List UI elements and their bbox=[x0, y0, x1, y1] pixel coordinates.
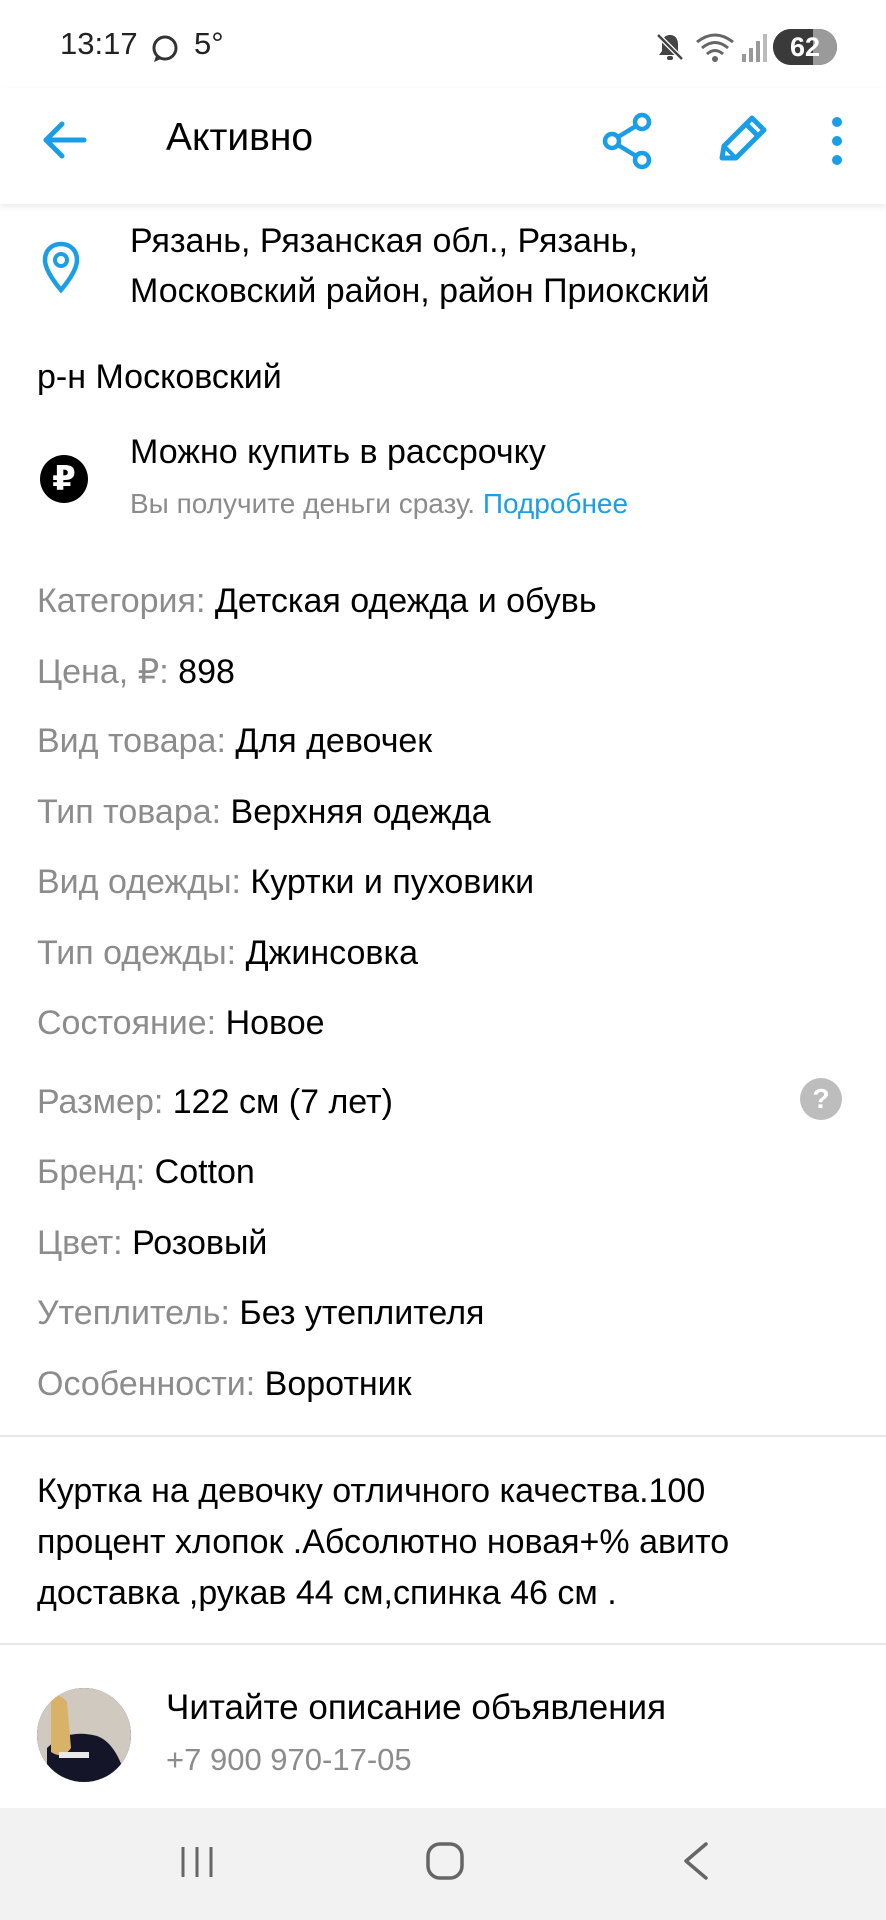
description-line: Куртка на девочку отличного качества.100 bbox=[37, 1472, 706, 1510]
back-icon[interactable] bbox=[680, 1840, 712, 1882]
back-arrow-icon[interactable] bbox=[36, 110, 96, 170]
param-brand: Бренд: Cotton bbox=[37, 1153, 255, 1192]
param-value: Верхняя одежда bbox=[230, 793, 491, 831]
mute-icon bbox=[656, 33, 684, 61]
edit-pencil-icon[interactable] bbox=[708, 108, 774, 174]
param-value: Cotton bbox=[154, 1153, 255, 1191]
param-value: Новое bbox=[225, 1004, 325, 1042]
param-key: Состояние: bbox=[37, 1004, 217, 1042]
description-line: доставка ,рукав 44 см,спинка 46 см . bbox=[37, 1574, 617, 1612]
param-value: Воротник bbox=[264, 1365, 412, 1403]
param-key: Бренд: bbox=[37, 1153, 146, 1191]
param-value: Без утеплителя bbox=[239, 1294, 485, 1332]
ruble-icon: ₽ bbox=[40, 455, 88, 503]
district: р-н Московский bbox=[37, 358, 282, 396]
param-value: 122 см (7 лет) bbox=[172, 1083, 393, 1121]
avatar[interactable] bbox=[37, 1688, 131, 1782]
share-icon[interactable] bbox=[598, 110, 658, 172]
installment-subtitle: Вы получите деньги сразу. Подробнее bbox=[130, 488, 628, 520]
signal-icon bbox=[742, 34, 767, 62]
param-category: Категория: Детская одежда и обувь bbox=[37, 582, 597, 621]
description-line: процент хлопок .Абсолютно новая+% авито bbox=[37, 1523, 730, 1561]
page-title: Активно bbox=[166, 116, 314, 159]
param-key: Вид товара: bbox=[37, 722, 226, 760]
param-key: Особенности: bbox=[37, 1365, 256, 1403]
param-key: Тип одежды: bbox=[37, 934, 237, 972]
installment-more-link[interactable]: Подробнее bbox=[483, 488, 628, 519]
divider bbox=[0, 1435, 886, 1437]
divider bbox=[0, 1643, 886, 1645]
param-value: 898 bbox=[178, 653, 235, 691]
param-item-type: Тип товара: Верхняя одежда bbox=[37, 793, 491, 832]
seller-phone[interactable]: +7 900 970-17-05 bbox=[166, 1742, 412, 1778]
param-key: Цвет: bbox=[37, 1224, 123, 1262]
location-address-line2: Московский район, район Приокский bbox=[130, 272, 710, 310]
param-value: Для девочек bbox=[235, 722, 433, 760]
location-address-line1: Рязань, Рязанская обл., Рязань, bbox=[130, 222, 638, 260]
param-insulation: Утеплитель: Без утеплителя bbox=[37, 1294, 484, 1333]
battery-level: 62 bbox=[789, 32, 821, 62]
status-time: 13:17 bbox=[60, 26, 138, 61]
param-value: Детская одежда и обувь bbox=[214, 582, 597, 620]
param-value: Джинсовка bbox=[245, 934, 419, 972]
param-key: Утеплитель: bbox=[37, 1294, 230, 1332]
installment-title: Можно купить в рассрочку bbox=[130, 433, 546, 471]
installment-subtitle-text: Вы получите деньги сразу. bbox=[130, 488, 476, 519]
seller-name[interactable]: Читайте описание объявления bbox=[166, 1688, 666, 1728]
param-key: Вид одежды: bbox=[37, 863, 241, 901]
param-key: Категория: bbox=[37, 582, 206, 620]
param-price: Цена, ₽: 898 bbox=[37, 652, 235, 692]
param-size: Размер: 122 см (7 лет) bbox=[37, 1083, 393, 1122]
battery-icon: 62 bbox=[773, 29, 837, 65]
param-item-kind: Вид товара: Для девочек bbox=[37, 722, 432, 761]
help-icon[interactable]: ? bbox=[800, 1078, 842, 1120]
param-key: Цена, ₽: bbox=[37, 653, 169, 691]
param-clothing-kind: Вид одежды: Куртки и пуховики bbox=[37, 863, 534, 902]
param-condition: Состояние: Новое bbox=[37, 1004, 325, 1043]
param-clothing-type: Тип одежды: Джинсовка bbox=[37, 934, 418, 973]
param-value: Розовый bbox=[132, 1224, 268, 1262]
more-vert-icon[interactable] bbox=[820, 110, 854, 172]
wifi-icon bbox=[696, 33, 734, 62]
location-pin-icon bbox=[42, 241, 80, 294]
status-temperature: 5° bbox=[194, 26, 224, 61]
recent-apps-icon[interactable] bbox=[178, 1843, 216, 1881]
param-key: Размер: bbox=[37, 1083, 164, 1121]
param-value: Куртки и пуховики bbox=[250, 863, 535, 901]
param-color: Цвет: Розовый bbox=[37, 1224, 267, 1263]
chat-icon bbox=[152, 35, 178, 62]
avatar-image bbox=[37, 1688, 131, 1782]
param-key: Тип товара: bbox=[37, 793, 222, 831]
param-features: Особенности: Воротник bbox=[37, 1365, 412, 1404]
home-icon[interactable] bbox=[424, 1840, 466, 1882]
